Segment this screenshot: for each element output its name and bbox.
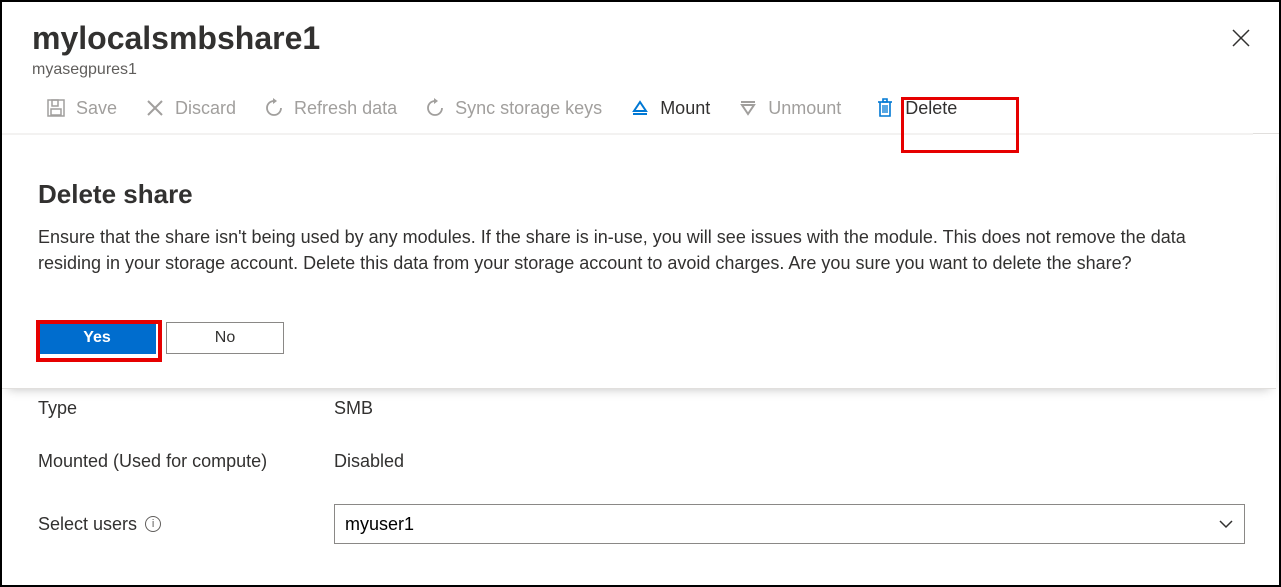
delete-button[interactable]: Delete xyxy=(875,97,957,119)
value-mounted: Disabled xyxy=(334,451,404,472)
refresh-label: Refresh data xyxy=(294,98,397,119)
discard-icon xyxy=(145,98,165,118)
label-mounted: Mounted (Used for compute) xyxy=(38,451,334,472)
discard-label: Discard xyxy=(175,98,236,119)
mount-label: Mount xyxy=(660,98,710,119)
dialog-body: Ensure that the share isn't being used b… xyxy=(38,224,1228,276)
row-type: Type SMB xyxy=(38,398,1249,419)
discard-button[interactable]: Discard xyxy=(145,98,236,119)
page-title: mylocalsmbshare1 xyxy=(32,20,1249,57)
chevron-down-icon xyxy=(1218,516,1234,532)
detail-area: Type SMB Mounted (Used for compute) Disa… xyxy=(2,398,1279,576)
delete-icon xyxy=(875,97,895,119)
value-type: SMB xyxy=(334,398,373,419)
users-select[interactable]: myuser1 xyxy=(334,504,1245,544)
mount-icon xyxy=(630,98,650,118)
page-subtitle: myasegpures1 xyxy=(32,61,1249,79)
users-select-value: myuser1 xyxy=(345,514,414,535)
unmount-label: Unmount xyxy=(768,98,841,119)
mount-button[interactable]: Mount xyxy=(630,98,710,119)
sync-button[interactable]: Sync storage keys xyxy=(425,98,602,119)
row-users: Select users i myuser1 xyxy=(38,504,1249,544)
label-type: Type xyxy=(38,398,334,419)
unmount-button[interactable]: Unmount xyxy=(738,98,841,119)
refresh-button[interactable]: Refresh data xyxy=(264,98,397,119)
delete-share-dialog: Delete share Ensure that the share isn't… xyxy=(2,157,1276,389)
yes-button[interactable]: Yes xyxy=(38,322,156,354)
no-button[interactable]: No xyxy=(166,322,284,354)
label-users: Select users i xyxy=(38,514,334,535)
save-icon xyxy=(46,98,66,118)
header: mylocalsmbshare1 myasegpures1 xyxy=(2,2,1279,79)
save-button[interactable]: Save xyxy=(46,98,117,119)
sync-label: Sync storage keys xyxy=(455,98,602,119)
dialog-title: Delete share xyxy=(38,179,1246,210)
refresh-icon xyxy=(264,98,284,118)
save-label: Save xyxy=(76,98,117,119)
close-icon xyxy=(1231,28,1251,48)
sync-icon xyxy=(425,98,445,118)
delete-label: Delete xyxy=(905,98,957,119)
row-mounted: Mounted (Used for compute) Disabled xyxy=(38,451,1249,472)
label-users-text: Select users xyxy=(38,514,137,535)
close-button[interactable] xyxy=(1231,28,1251,48)
info-icon[interactable]: i xyxy=(145,516,161,532)
toolbar: Save Discard Refresh data Sync storage k… xyxy=(2,79,1279,134)
unmount-icon xyxy=(738,98,758,118)
